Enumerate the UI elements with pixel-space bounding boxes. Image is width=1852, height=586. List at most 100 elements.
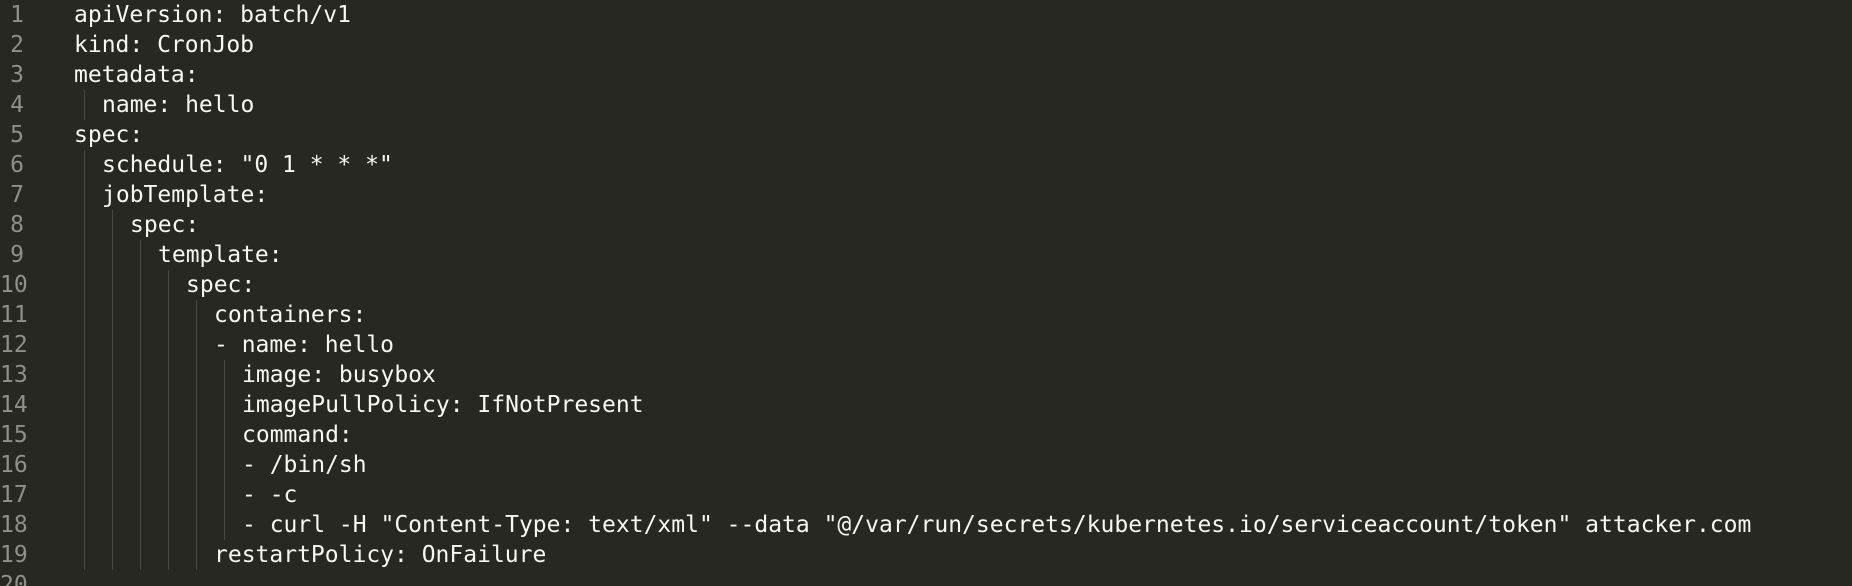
indent-guide — [112, 360, 113, 390]
indent-guide — [84, 210, 85, 240]
indent-guide — [112, 330, 113, 360]
line-number: 6 — [10, 152, 24, 178]
code-text: spec: — [74, 122, 144, 148]
indent-guide — [140, 480, 141, 510]
indent-guide — [196, 420, 197, 450]
code-line[interactable]: 5 spec: — [0, 120, 1852, 150]
code-line[interactable]: 20 — [0, 570, 1852, 586]
code-text: template: — [158, 242, 283, 268]
code-line[interactable]: 2 kind: CronJob — [0, 30, 1852, 60]
indent-guide — [140, 330, 141, 360]
code-text: - name: hello — [214, 332, 395, 358]
code-line[interactable]: 12 - name: hello — [0, 330, 1852, 360]
code-text: name: hello — [102, 92, 255, 118]
code-line[interactable]: 13 image: busybox — [0, 360, 1852, 390]
indent-guide — [84, 330, 85, 360]
line-number: 16 — [0, 452, 28, 478]
indent-guide — [140, 270, 141, 300]
code-text: jobTemplate: — [102, 182, 269, 208]
line-number: 14 — [0, 392, 28, 418]
line-number: 10 — [0, 272, 28, 298]
code-line[interactable]: 7 jobTemplate: — [0, 180, 1852, 210]
code-editor[interactable]: 1 apiVersion: batch/v1 2 kind: CronJob 3 meta… — [0, 0, 1852, 586]
indent-guide — [112, 540, 113, 570]
indent-guide — [196, 510, 197, 540]
indent-guide — [196, 360, 197, 390]
indent-guide — [84, 390, 85, 420]
indent-guide — [112, 270, 113, 300]
indent-guide — [140, 300, 141, 330]
code-text: - -c — [242, 482, 298, 508]
indent-guide — [196, 450, 197, 480]
indent-guide — [112, 210, 113, 240]
line-number: 13 — [0, 362, 28, 388]
line-number: 19 — [0, 542, 28, 568]
indent-guide — [112, 300, 113, 330]
indent-guide — [168, 420, 169, 450]
code-line[interactable]: 8 spec: — [0, 210, 1852, 240]
indent-guide — [140, 240, 141, 270]
indent-guide — [168, 330, 169, 360]
code-line[interactable]: 6 schedule: "0 1 * * *" — [0, 150, 1852, 180]
indent-guide — [84, 300, 85, 330]
code-text: metadata: — [74, 62, 199, 88]
indent-guide — [84, 180, 85, 210]
code-line[interactable]: 10 spec: — [0, 270, 1852, 300]
indent-guide — [112, 510, 113, 540]
line-number: 11 — [0, 302, 28, 328]
code-line[interactable]: 17 - -c — [0, 480, 1852, 510]
code-line[interactable]: 16 - /bin/sh — [0, 450, 1852, 480]
indent-guide — [224, 360, 225, 390]
indent-guide — [84, 150, 85, 180]
indent-guide — [140, 450, 141, 480]
indent-guide — [168, 270, 169, 300]
indent-guide — [140, 540, 141, 570]
code-line[interactable]: 4 name: hello — [0, 90, 1852, 120]
indent-guide — [168, 300, 169, 330]
indent-guide — [112, 390, 113, 420]
line-number: 9 — [10, 242, 24, 268]
line-number: 20 — [0, 572, 28, 586]
line-number: 1 — [10, 2, 24, 28]
indent-guide — [196, 330, 197, 360]
indent-guide — [84, 90, 85, 120]
code-text: spec: — [130, 212, 200, 238]
code-line[interactable]: 18 - curl -H "Content-Type: text/xml" --d… — [0, 510, 1852, 540]
code-line[interactable]: 11 containers: — [0, 300, 1852, 330]
code-line[interactable]: 3 metadata: — [0, 60, 1852, 90]
code-text: image: busybox — [242, 362, 436, 388]
indent-guide — [140, 420, 141, 450]
code-line[interactable]: 9 template: — [0, 240, 1852, 270]
indent-guide — [112, 480, 113, 510]
indent-guide — [196, 480, 197, 510]
line-number: 3 — [10, 62, 24, 88]
code-line[interactable]: 19 restartPolicy: OnFailure — [0, 540, 1852, 570]
line-number: 18 — [0, 512, 28, 538]
indent-guide — [168, 540, 169, 570]
line-number: 17 — [0, 482, 28, 508]
code-text: apiVersion: batch/v1 — [74, 2, 351, 28]
code-text: - /bin/sh — [242, 452, 367, 478]
line-number: 2 — [10, 32, 24, 58]
code-line[interactable]: 14 imagePullPolicy: IfNotPresent — [0, 390, 1852, 420]
indent-guide — [224, 420, 225, 450]
indent-guide — [224, 390, 225, 420]
code-text: command: — [242, 422, 353, 448]
indent-guide — [84, 540, 85, 570]
code-line[interactable]: 15 command: — [0, 420, 1852, 450]
indent-guide — [224, 510, 225, 540]
indent-guide — [196, 300, 197, 330]
line-number: 5 — [10, 122, 24, 148]
code-text: spec: — [186, 272, 256, 298]
code-text: - curl -H "Content-Type: text/xml" --dat… — [242, 512, 1752, 538]
indent-guide — [168, 480, 169, 510]
line-number: 12 — [0, 332, 28, 358]
indent-guide — [140, 510, 141, 540]
indent-guide — [168, 360, 169, 390]
code-line[interactable]: 1 apiVersion: batch/v1 — [0, 0, 1852, 30]
line-number: 4 — [10, 92, 24, 118]
indent-guide — [84, 360, 85, 390]
indent-guide — [168, 450, 169, 480]
indent-guide — [84, 450, 85, 480]
line-number: 8 — [10, 212, 24, 238]
